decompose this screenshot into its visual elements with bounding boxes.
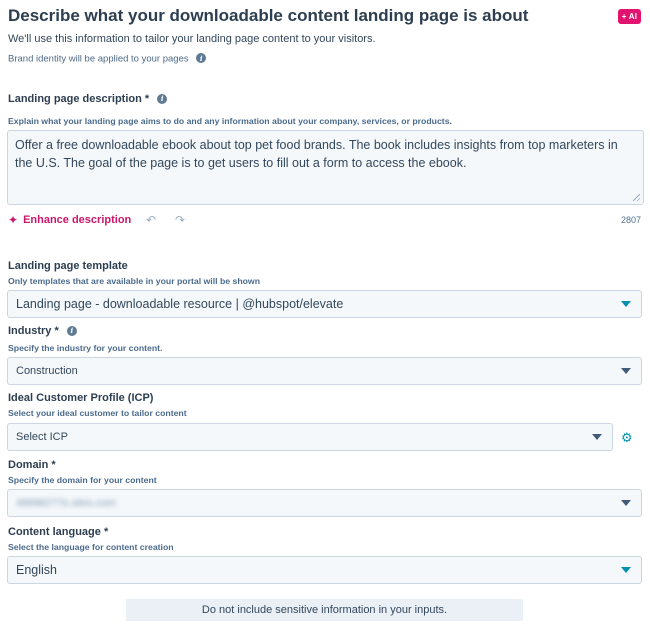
info-icon[interactable]: i xyxy=(196,53,207,63)
icp-select[interactable]: Select ICP xyxy=(7,423,613,451)
chevron-down-icon xyxy=(621,301,631,307)
page-subtitle: We'll use this information to tailor you… xyxy=(8,33,376,45)
description-text: Offer a free downloadable ebook about to… xyxy=(15,138,618,170)
industry-label-row: Industry * i xyxy=(8,325,77,337)
language-select[interactable]: English xyxy=(7,556,642,584)
template-label: Landing page template xyxy=(8,260,128,272)
template-select[interactable]: Landing page - downloadable resource | @… xyxy=(7,290,642,318)
page-title: Describe what your downloadable content … xyxy=(8,6,529,25)
resize-handle-icon[interactable] xyxy=(633,194,640,201)
domain-label: Domain * xyxy=(8,459,56,471)
character-count: 2807 xyxy=(620,215,641,225)
brand-note-text: Brand identity will be applied to your p… xyxy=(8,53,189,65)
chevron-down-icon xyxy=(621,368,631,374)
redo-icon[interactable]: ↷ xyxy=(175,213,185,227)
sparkle-icon: ✦ xyxy=(8,213,19,227)
description-textarea[interactable]: Offer a free downloadable ebook about to… xyxy=(7,130,644,205)
enhance-description-label: Enhance description xyxy=(23,214,132,226)
brand-identity-note: Brand identity will be applied to your p… xyxy=(8,53,207,65)
language-label: Content language * xyxy=(8,526,109,538)
language-value: English xyxy=(16,563,57,577)
industry-label: Industry * xyxy=(8,325,59,337)
chevron-down-icon xyxy=(621,567,631,573)
industry-select[interactable]: Construction xyxy=(7,357,642,385)
description-label: Landing page description * xyxy=(8,93,150,105)
language-help: Select the language for content creation xyxy=(8,542,174,552)
icp-value: Select ICP xyxy=(16,431,68,443)
info-icon[interactable]: i xyxy=(66,325,77,336)
chevron-down-icon xyxy=(621,500,631,506)
domain-help: Specify the domain for your content xyxy=(8,475,157,485)
industry-help: Specify the industry for your content. xyxy=(8,343,163,353)
info-icon[interactable]: i xyxy=(157,93,168,104)
description-label-row: Landing page description * i xyxy=(8,93,168,105)
industry-value: Construction xyxy=(16,365,78,377)
domain-select[interactable]: 48998277e.sites.com xyxy=(7,489,642,517)
template-help: Only templates that are available in you… xyxy=(8,276,261,286)
icp-help: Select your ideal customer to tailor con… xyxy=(8,408,187,418)
icp-label: Ideal Customer Profile (ICP) xyxy=(8,392,154,404)
sensitive-info-notice: Do not include sensitive information in … xyxy=(126,599,523,621)
template-value: Landing page - downloadable resource | @… xyxy=(16,297,344,311)
enhance-description-button[interactable]: ✦ Enhance description xyxy=(8,213,131,227)
undo-icon[interactable]: ↶ xyxy=(146,213,156,227)
gear-icon[interactable]: ⚙ xyxy=(621,430,633,446)
ai-badge: + AI xyxy=(618,9,641,24)
domain-value: 48998277e.sites.com xyxy=(16,497,116,509)
chevron-down-icon xyxy=(592,434,602,440)
description-help: Explain what your landing page aims to d… xyxy=(8,116,452,126)
